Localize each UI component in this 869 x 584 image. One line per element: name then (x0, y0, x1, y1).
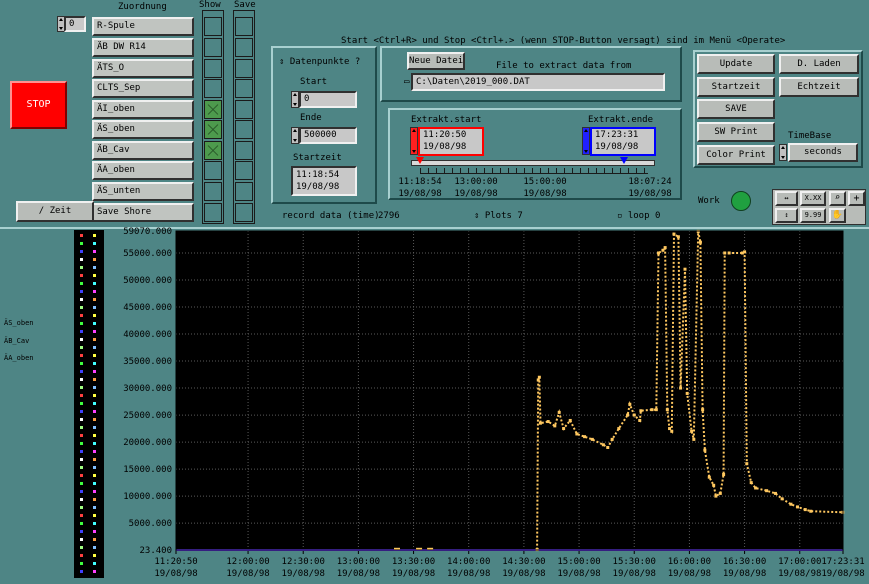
series-point (723, 251, 727, 255)
series-point (650, 408, 654, 412)
y-tick-label: 35000.000 (123, 357, 172, 367)
series-point (663, 246, 667, 250)
series-point (661, 248, 665, 252)
series-point (536, 378, 540, 382)
x-tick-label: 13:30:00 (392, 557, 435, 567)
y-tick-label: 50000.000 (123, 276, 172, 286)
series-point (538, 421, 542, 425)
series-point (745, 462, 749, 466)
x-tick-label: 11:20:50 (154, 557, 197, 567)
series-point (537, 375, 541, 379)
series-point (780, 497, 784, 501)
x-tick-date: 19/08/98 (502, 569, 545, 579)
x-tick-label: 17:00:00 (778, 557, 821, 567)
series-point (712, 483, 716, 487)
series-point (773, 491, 777, 495)
x-tick-label: 15:00:00 (557, 557, 600, 567)
x-tick-date: 19/08/98 (282, 569, 325, 579)
series-point (676, 235, 680, 239)
series-point (670, 429, 674, 433)
series-point (727, 251, 731, 255)
series-point (707, 475, 711, 479)
series-point (714, 494, 718, 498)
x-tick-date: 19/08/98 (447, 569, 490, 579)
plot-background (176, 231, 843, 550)
series-point (657, 251, 661, 255)
x-tick-date: 19/08/98 (154, 569, 197, 579)
series-point (601, 443, 605, 447)
x-tick-label: 14:00:00 (447, 557, 490, 567)
series-point (701, 408, 705, 412)
x-tick-label: 17:23:31 (821, 557, 864, 567)
series-point (568, 418, 572, 422)
series-point (765, 489, 769, 493)
series-point (703, 448, 707, 452)
x-tick-date: 19/08/98 (226, 569, 269, 579)
y-tick-label: 5000.000 (129, 519, 172, 529)
y-tick-label: 23.400 (139, 546, 172, 556)
series-point (617, 427, 621, 431)
series-point (590, 437, 594, 441)
series-point (749, 481, 753, 485)
y-tick-label: 20000.000 (123, 438, 172, 448)
series-point (796, 505, 800, 509)
series-point (754, 486, 758, 490)
series-point (698, 240, 702, 244)
series-point (638, 418, 642, 422)
y-tick-label: 40000.000 (123, 330, 172, 340)
x-tick-label: 15:30:00 (613, 557, 656, 567)
x-tick-label: 12:00:00 (226, 557, 269, 567)
series-point (692, 437, 696, 441)
series-point (809, 509, 813, 513)
series-point (654, 408, 658, 412)
y-tick-label: 55000.000 (123, 249, 172, 259)
series-point (562, 427, 566, 431)
y-tick-label: 45000.000 (123, 303, 172, 313)
series-point (722, 472, 726, 476)
series-point (683, 267, 687, 271)
y-tick-label: 10000.000 (123, 492, 172, 502)
x-tick-date: 19/08/98 (557, 569, 600, 579)
series-point (672, 232, 676, 236)
x-tick-date: 19/08/98 (337, 569, 380, 579)
x-tick-label: 16:30:00 (723, 557, 766, 567)
series-point (626, 413, 630, 417)
y-tick-label: 30000.000 (123, 384, 172, 394)
series-point (575, 432, 579, 436)
series-point (668, 427, 672, 431)
series-point (628, 402, 632, 406)
series-point (743, 250, 747, 254)
y-tick-label: 15000.000 (123, 465, 172, 475)
series-point (553, 424, 557, 428)
series-point (679, 386, 683, 390)
series-point (610, 437, 614, 441)
x-tick-date: 19/08/98 (778, 569, 821, 579)
series-point (789, 502, 793, 506)
x-tick-date: 19/08/98 (613, 569, 656, 579)
x-tick-label: 13:00:00 (337, 557, 380, 567)
trend-chart[interactable]: 59070.000 55000.000 50000.000 45000.000 4000… (0, 0, 869, 584)
x-tick-label: 16:00:00 (668, 557, 711, 567)
series-point (803, 508, 807, 512)
series-point (718, 491, 722, 495)
y-tick-label: 59070.000 (123, 227, 172, 237)
series-point (690, 429, 694, 433)
series-point (685, 391, 689, 395)
series-point (606, 445, 610, 449)
x-tick-date: 19/08/98 (821, 569, 864, 579)
series-point (639, 409, 643, 413)
series-point (546, 420, 550, 424)
x-tick-date: 19/08/98 (723, 569, 766, 579)
x-tick-date: 19/08/98 (392, 569, 435, 579)
x-tick-label: 12:30:00 (282, 557, 325, 567)
y-tick-label: 25000.000 (123, 411, 172, 421)
series-point (665, 408, 669, 412)
series-point (583, 435, 587, 439)
series-point (557, 410, 561, 414)
series-point (632, 413, 636, 417)
x-tick-label: 14:30:00 (502, 557, 545, 567)
x-tick-date: 19/08/98 (668, 569, 711, 579)
